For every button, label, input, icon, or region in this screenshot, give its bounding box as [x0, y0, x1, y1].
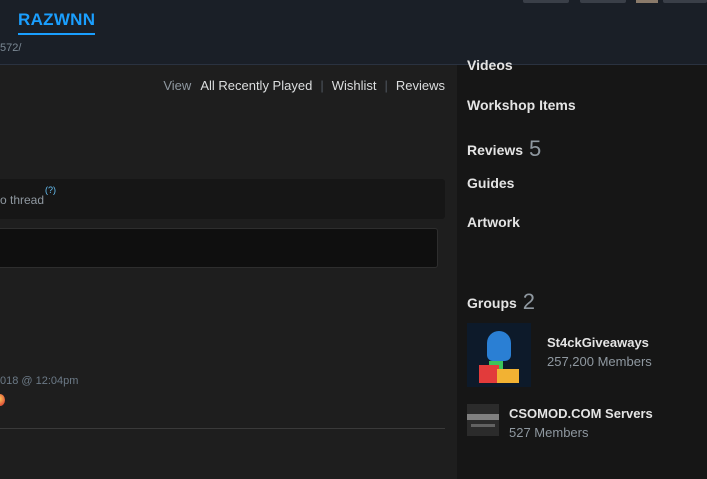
header-button[interactable]: [580, 0, 626, 3]
groups-label: Groups: [467, 295, 517, 311]
group-info: CSOMOD.COM Servers 527 Members: [509, 404, 653, 440]
groups-count: 2: [522, 289, 536, 314]
user-avatar[interactable]: [636, 0, 658, 3]
profile-url: 572/: [0, 42, 22, 54]
view-all-recently-played-link[interactable]: All Recently Played: [200, 78, 312, 93]
profile-name[interactable]: RAZWNN: [18, 10, 96, 35]
separator: |: [320, 78, 324, 93]
header-button[interactable]: [523, 0, 569, 3]
sidebar-item-artwork[interactable]: Artwork: [467, 214, 520, 230]
emoticon-icon: [0, 394, 5, 406]
divider: [0, 428, 445, 429]
group-info: St4ckGiveaways 257,200 Members: [547, 323, 652, 369]
avatar-graphic: [471, 424, 495, 427]
view-label: View: [163, 78, 192, 93]
main-content: View All Recently Played | Wishlist | Re…: [0, 65, 457, 479]
avatar-graphic: [467, 414, 499, 420]
group-members: 527 Members: [509, 425, 589, 440]
comment-timestamp: 018 @ 12:04pm: [0, 375, 79, 387]
sidebar-item-groups[interactable]: Groups 2: [467, 289, 535, 315]
sidebar-item-workshop[interactable]: Workshop Items: [467, 97, 576, 113]
avatar-figure: [487, 331, 511, 361]
group-members: 257,200 Members: [547, 354, 652, 369]
gift-box: [497, 369, 519, 383]
top-header: RAZWNN 572/: [0, 0, 707, 65]
group-name[interactable]: CSOMOD.COM Servers: [509, 406, 653, 421]
help-icon[interactable]: (?): [45, 185, 56, 195]
sidebar-item-guides[interactable]: Guides: [467, 175, 514, 191]
thread-notice: o thread (?): [0, 179, 445, 219]
group-name[interactable]: St4ckGiveaways: [547, 335, 652, 350]
group-item[interactable]: St4ckGiveaways 257,200 Members: [467, 323, 652, 387]
view-wishlist-link[interactable]: Wishlist: [332, 78, 377, 93]
group-item[interactable]: CSOMOD.COM Servers 527 Members: [467, 404, 653, 440]
comment-input[interactable]: [0, 228, 438, 268]
sidebar-item-label: Reviews: [467, 142, 524, 158]
view-reviews-link[interactable]: Reviews: [396, 78, 445, 93]
group-avatar[interactable]: [467, 404, 499, 436]
separator: |: [384, 78, 388, 93]
profile-sidebar: Videos Workshop Items Reviews 5 Guides Ar…: [457, 57, 707, 479]
gift-box: [479, 365, 499, 383]
sidebar-item-reviews[interactable]: Reviews 5: [467, 136, 541, 162]
thread-text: o thread: [0, 193, 45, 207]
header-button[interactable]: [663, 0, 707, 3]
view-bar: View All Recently Played | Wishlist | Re…: [163, 78, 445, 93]
group-avatar[interactable]: [467, 323, 531, 387]
sidebar-item-videos[interactable]: Videos: [467, 57, 513, 73]
reviews-count: 5: [529, 136, 542, 161]
